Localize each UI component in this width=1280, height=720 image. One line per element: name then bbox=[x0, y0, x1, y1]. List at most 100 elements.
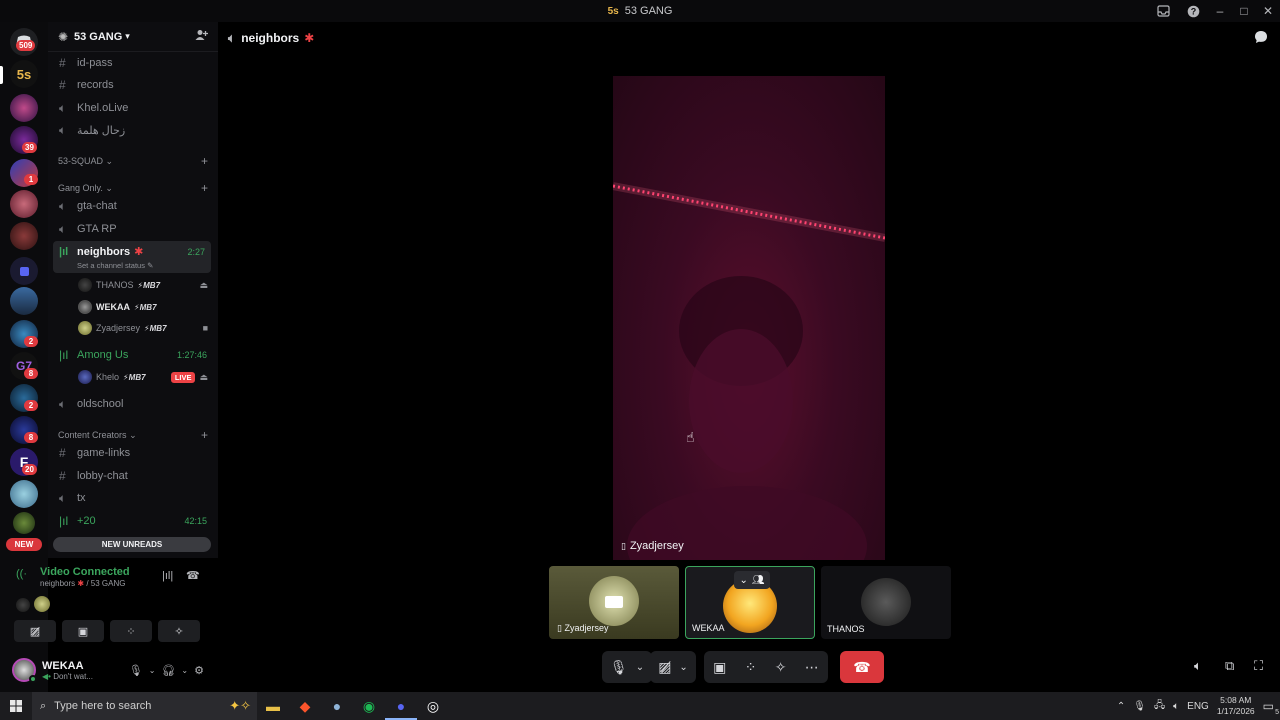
minimize-icon[interactable]: – bbox=[1208, 0, 1232, 22]
channel-neighbors[interactable]: |ıl neighbors ✱ 2:27 Set a channel statu… bbox=[53, 241, 211, 273]
channel-label: lobby-chat bbox=[77, 470, 128, 482]
category-53-squad[interactable]: 53-SQUAD ⌄ + bbox=[58, 154, 208, 168]
chevron-down-icon[interactable]: ⌄ bbox=[149, 666, 156, 675]
channel-lobby-chat[interactable]: # lobby-chat bbox=[53, 466, 213, 486]
fullscreen-icon[interactable]: ⛶ bbox=[1254, 658, 1263, 674]
help-icon[interactable]: ? bbox=[1178, 0, 1208, 22]
server-icon-13[interactable] bbox=[10, 480, 38, 508]
voice-user-khelo[interactable]: Khelo ⚡MB7 LIVE ⏏ bbox=[78, 368, 208, 386]
search-placeholder: Type here to search bbox=[54, 700, 152, 712]
channel-arabic[interactable]: 🔈︎ زحال هلمة bbox=[53, 120, 213, 140]
participant-tile-zyadjersey[interactable]: ▯ Zyadjersey bbox=[549, 566, 679, 639]
star-icon: ✱ bbox=[134, 246, 144, 258]
chevron-down-icon[interactable]: ⌄ bbox=[181, 666, 188, 675]
voice-user-zyadjersey[interactable]: Zyadjersey ⚡MB7 ■ bbox=[78, 319, 208, 337]
channel-khelolive[interactable]: 🔈︎ Khel.oLive bbox=[53, 98, 213, 118]
channel-game-links[interactable]: # game-links bbox=[53, 443, 213, 463]
add-channel-icon[interactable]: + bbox=[201, 154, 208, 168]
volume-icon[interactable]: 🔈︎ bbox=[1194, 658, 1202, 674]
language-indicator[interactable]: ENG bbox=[1187, 701, 1209, 712]
disconnect-button[interactable]: ☎ bbox=[840, 651, 884, 683]
tile-options[interactable]: ⌄ 👥︎ bbox=[734, 571, 770, 589]
network-icon[interactable]: 🖧︎ bbox=[1154, 698, 1165, 715]
channel-status[interactable]: Set a channel status ✎ bbox=[77, 261, 153, 270]
screen-share-icon[interactable]: ▣ bbox=[713, 659, 726, 676]
windows-start-icon[interactable] bbox=[0, 692, 32, 720]
soundboard-icon[interactable]: ✧ bbox=[775, 659, 787, 676]
category-content-creators[interactable]: Content Creators ⌄ + bbox=[58, 428, 208, 442]
tray-mic-icon[interactable]: 🎙︎ bbox=[1133, 701, 1146, 712]
channel-label: GTA RP bbox=[77, 223, 117, 235]
server-icon-5[interactable] bbox=[10, 190, 38, 218]
channel-records[interactable]: # records bbox=[53, 75, 213, 95]
file-explorer-icon[interactable]: ▬ bbox=[257, 698, 289, 714]
server-icon-6[interactable] bbox=[10, 222, 38, 250]
add-channel-icon[interactable]: + bbox=[201, 181, 208, 195]
tile-user-name: Zyadjersey bbox=[564, 623, 609, 633]
activities-button[interactable]: ⁘ bbox=[110, 620, 152, 642]
channel-among-us[interactable]: |ıl Among Us 1:27:46 bbox=[53, 345, 213, 365]
channel-label: Khel.oLive bbox=[77, 102, 129, 114]
new-pill[interactable]: NEW bbox=[6, 538, 42, 551]
server-icon-7[interactable] bbox=[10, 287, 38, 315]
headphones-icon[interactable]: 🎧︎ bbox=[161, 664, 175, 677]
participant-tile-wekaa[interactable]: ⌄ 👥︎ WEKAA bbox=[685, 566, 815, 639]
signal-icon[interactable]: ((· bbox=[16, 568, 27, 580]
voice-user-wekaa[interactable]: WEKAA ⚡MB7 bbox=[78, 298, 208, 316]
taskbar-search[interactable]: ⌕ Type here to search ✦✧ bbox=[32, 692, 257, 720]
channel-gta-chat[interactable]: 🔈︎ gta-chat bbox=[53, 196, 213, 216]
channel-gta-rp[interactable]: 🔈︎ GTA RP bbox=[53, 219, 213, 239]
discord-taskbar-icon[interactable]: ● bbox=[385, 692, 417, 720]
channel-sidebar: ✺ 53 GANG ▾ # id-pass # records 🔈︎ Khel.oLi… bbox=[48, 22, 218, 558]
channel-id-pass[interactable]: # id-pass bbox=[53, 53, 213, 73]
folder-icon[interactable] bbox=[10, 257, 38, 285]
noise-suppression-icon[interactable]: |ıl| bbox=[162, 570, 173, 582]
volume-icon[interactable]: 🔈︎ bbox=[1173, 701, 1179, 712]
mute-button[interactable]: 🎙︎ ⌄ bbox=[602, 651, 652, 683]
new-unreads-pill[interactable]: NEW UNREADS bbox=[53, 537, 211, 552]
soundboard-button[interactable]: ✧ bbox=[158, 620, 200, 642]
server-icon-2[interactable] bbox=[10, 94, 38, 122]
activities-icon[interactable]: ⁘ bbox=[745, 659, 757, 676]
invite-people-icon[interactable] bbox=[195, 29, 208, 44]
user-panel: WEKAA ◀︎• Don't wat... 🎙︎ ⌄ 🎧︎ ⌄ ⚙ bbox=[8, 652, 208, 688]
camera-toggle-button[interactable]: ▨̸ ⌄ bbox=[650, 651, 696, 683]
microphone-icon[interactable]: 🎙︎ bbox=[129, 664, 143, 677]
voice-user-thanos[interactable]: THANOS ⚡MB7 ⏏ bbox=[78, 276, 208, 294]
chat-bubble-icon[interactable] bbox=[1254, 30, 1268, 47]
channel-more-voice[interactable]: |ıl +20 42:15 bbox=[53, 511, 213, 531]
channel-oldschool[interactable]: 🔈︎ oldschool bbox=[53, 394, 213, 414]
steam-icon[interactable]: ● bbox=[321, 698, 353, 714]
brave-browser-icon[interactable]: ◆ bbox=[289, 698, 321, 715]
server-mini-icon: 5s bbox=[607, 5, 619, 17]
server-icon-14[interactable] bbox=[13, 512, 35, 534]
title-bar: 5s 53 GANG ? – □ ✕ bbox=[0, 0, 1280, 22]
notifications-icon[interactable]: ▭ 5 bbox=[1263, 699, 1279, 716]
clock[interactable]: 5:08 AM 1/17/2026 bbox=[1217, 695, 1255, 717]
category-gang-only[interactable]: Gang Only. ⌄ + bbox=[58, 181, 208, 195]
tray-expand-icon[interactable]: ⌃ bbox=[1117, 701, 1125, 712]
spotify-icon[interactable]: ◉ bbox=[353, 698, 385, 715]
speaker-icon: 🔈︎ bbox=[59, 100, 67, 115]
disconnect-icon[interactable]: ☎ bbox=[186, 569, 200, 582]
settings-gear-icon[interactable]: ⚙ bbox=[194, 664, 204, 677]
user-info[interactable]: WEKAA ◀︎• Don't wat... bbox=[42, 660, 93, 681]
voice-location[interactable]: neighbors ✱ / 53 GANG bbox=[40, 579, 125, 588]
user-tag: ⚡MB7 bbox=[134, 302, 157, 312]
main-video-feed[interactable]: ▯ Zyadjersey bbox=[613, 76, 885, 560]
server-header[interactable]: ✺ 53 GANG ▾ bbox=[48, 22, 218, 52]
user-avatar[interactable] bbox=[12, 658, 37, 683]
close-icon[interactable]: ✕ bbox=[1256, 0, 1280, 22]
pop-out-icon[interactable]: ⧉ bbox=[1225, 658, 1234, 674]
camera-off-button[interactable]: ▨̸ bbox=[14, 620, 56, 642]
app-taskbar-icon[interactable]: ◎ bbox=[417, 698, 449, 715]
add-channel-icon[interactable]: + bbox=[201, 428, 208, 442]
inbox-icon[interactable] bbox=[1148, 0, 1178, 22]
maximize-icon[interactable]: □ bbox=[1232, 0, 1256, 22]
screen-share-button[interactable]: ▣ bbox=[62, 620, 104, 642]
participant-tile-thanos[interactable]: THANOS bbox=[821, 566, 951, 639]
server-53-gang[interactable]: 5s bbox=[10, 60, 38, 88]
avatar bbox=[78, 321, 92, 335]
more-options-icon[interactable]: ⋯ bbox=[805, 659, 819, 676]
channel-tx[interactable]: 🔈︎ tx bbox=[53, 488, 213, 508]
